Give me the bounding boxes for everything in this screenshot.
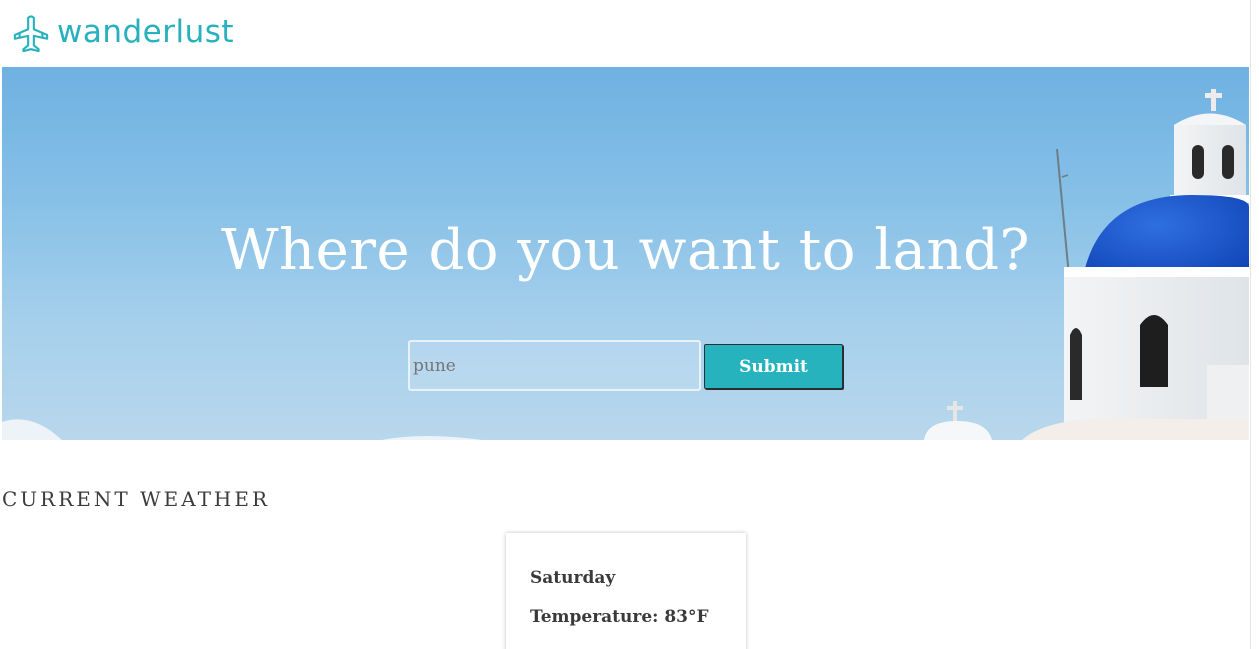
destination-search-input[interactable] bbox=[408, 340, 701, 391]
hero-title: Where do you want to land? bbox=[220, 218, 1030, 283]
page-scrollbar[interactable] bbox=[1250, 0, 1259, 649]
hero-banner: Where do you want to land? Submit bbox=[2, 67, 1249, 440]
weather-card: Saturday Temperature: 83°F bbox=[506, 533, 746, 649]
brand-name: wanderlust bbox=[57, 14, 235, 50]
submit-button[interactable]: Submit bbox=[704, 344, 843, 389]
brand-logo-link[interactable]: wanderlust bbox=[12, 14, 234, 54]
current-weather-heading: CURRENT WEATHER bbox=[2, 487, 271, 511]
airplane-icon bbox=[13, 15, 49, 53]
weather-temperature: Temperature: 83°F bbox=[530, 607, 709, 627]
weather-day: Saturday bbox=[530, 568, 616, 588]
site-header: wanderlust bbox=[0, 0, 1250, 67]
